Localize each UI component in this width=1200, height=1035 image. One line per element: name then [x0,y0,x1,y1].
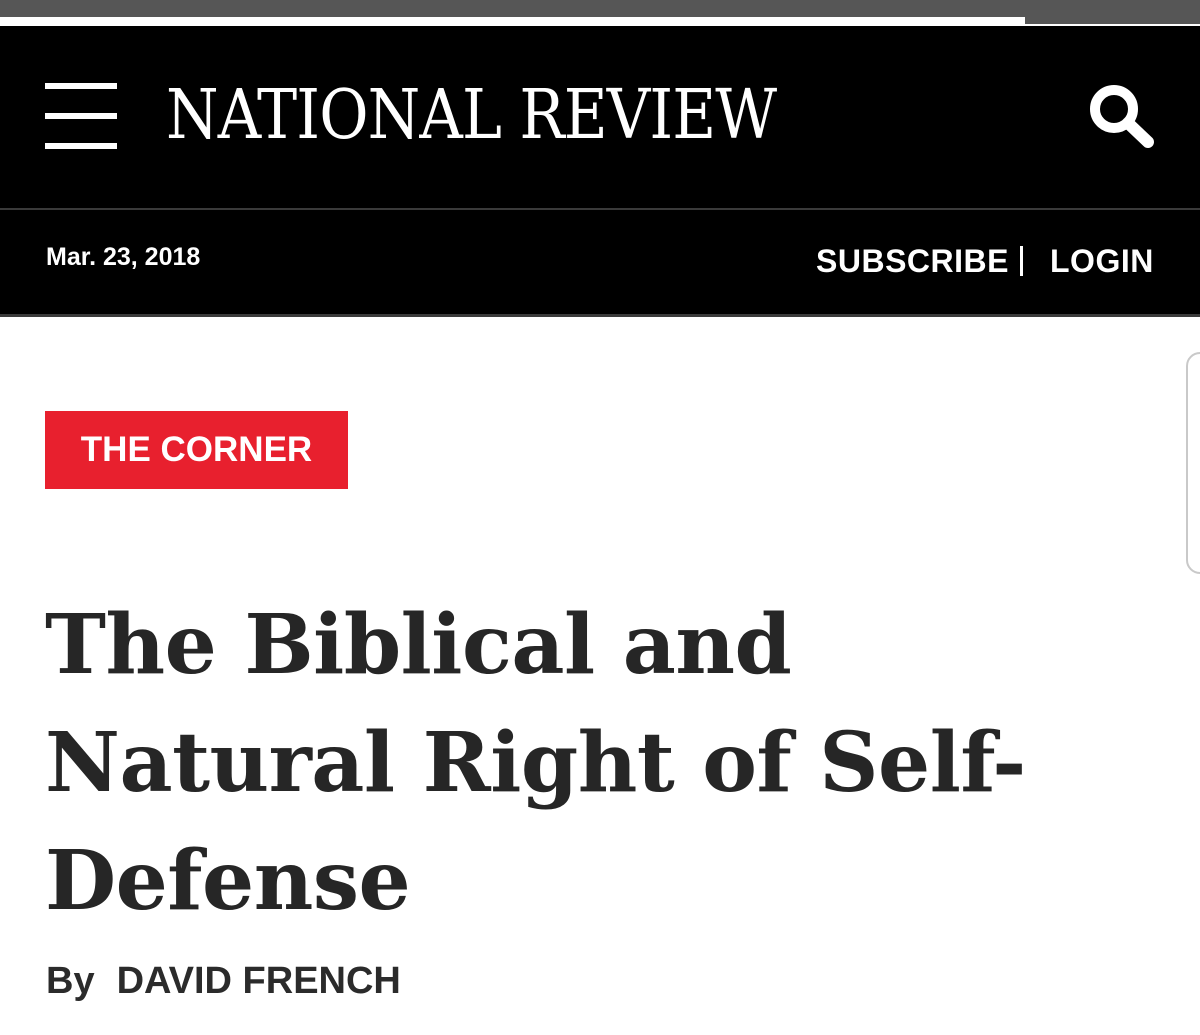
author-link[interactable]: DAVID FRENCH [117,960,401,1002]
search-icon [1090,85,1154,148]
article-page: NATIONAL REVIEW Mar. 23, 2018 SUBSCRIBE … [0,0,1200,1035]
login-link[interactable]: LOGIN [1050,243,1154,280]
subscribe-link[interactable]: SUBSCRIBE [816,243,1009,280]
article-headline: The Biblical and Natural Right of Self-D… [45,597,1026,929]
publication-date: Mar. 23, 2018 [46,243,201,271]
hamburger-menu-icon [45,83,117,89]
menu-button[interactable] [45,83,117,149]
section-badge[interactable]: THE CORNER [45,411,348,489]
reading-progress-fill [0,17,1025,24]
nav-separator [1020,246,1023,276]
article-byline: By DAVID FRENCH [46,960,401,1003]
byline-prefix: By [46,960,95,1002]
scrollbar-handle[interactable] [1186,352,1200,574]
reading-progress-bar [0,0,1200,24]
search-button[interactable] [1086,82,1156,148]
subbar-bottom-border [0,314,1200,317]
site-logo[interactable]: NATIONAL REVIEW [166,68,812,164]
